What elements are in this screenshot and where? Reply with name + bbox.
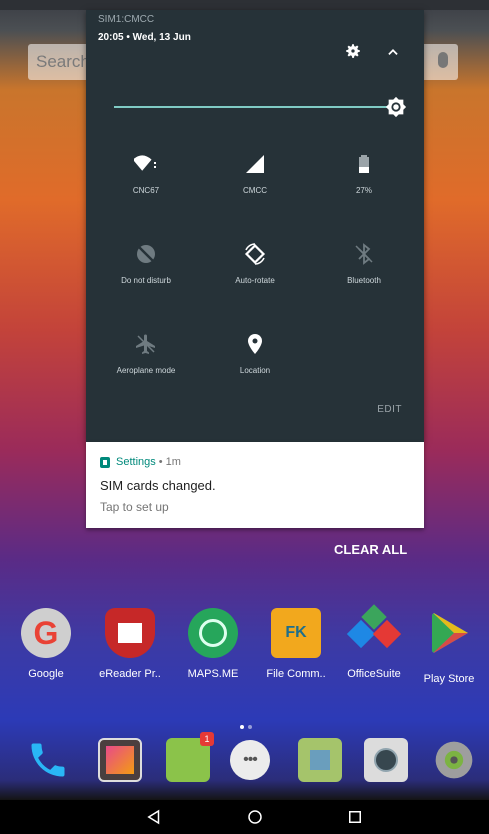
gallery-icon[interactable]	[98, 738, 142, 782]
brightness-slider[interactable]	[114, 106, 394, 108]
google-icon: G	[21, 608, 71, 658]
tile-aeroplane-mode[interactable]: Aeroplane mode	[96, 332, 196, 375]
notification-app-name: Settings	[116, 456, 156, 468]
page-dot	[248, 725, 252, 729]
wifi-icon	[134, 155, 156, 171]
message-badge: 1	[200, 732, 214, 746]
navigation-bar	[0, 800, 489, 834]
home-search-placeholder: Search	[36, 52, 90, 71]
do-not-disturb-icon	[137, 245, 155, 263]
settings-gear-icon[interactable]	[344, 42, 362, 60]
sim-label: SIM1:CMCC	[98, 14, 155, 25]
notification-title: SIM cards changed.	[100, 478, 216, 493]
tile-label: Aeroplane mode	[116, 366, 176, 375]
edit-button[interactable]: EDIT	[377, 404, 402, 415]
tile-label: Location	[239, 366, 271, 375]
brightness-icon[interactable]	[385, 96, 407, 118]
clear-all-button[interactable]: CLEAR ALL	[334, 542, 407, 557]
file-commander-icon: FK	[271, 608, 321, 658]
app-drawer-icon[interactable]: •••	[230, 740, 270, 780]
messaging-icon[interactable]: 1	[166, 732, 214, 782]
status-bar	[0, 0, 489, 10]
app-label: eReader Pr..	[99, 668, 161, 680]
officesuite-icon	[346, 604, 402, 658]
app-officesuite[interactable]: OfficeSuite	[334, 604, 414, 680]
tile-label: Bluetooth	[347, 276, 381, 285]
tile-label: Auto-rotate	[235, 276, 275, 285]
notification-card[interactable]: Settings • 1m SIM cards changed. Tap to …	[86, 442, 424, 528]
notification-subtitle: Tap to set up	[100, 500, 169, 514]
app-maps-me[interactable]: MAPS.ME	[173, 608, 253, 680]
tile-battery[interactable]: 27%	[314, 152, 414, 195]
ereader-icon	[105, 608, 155, 658]
cell-signal-icon	[246, 155, 264, 173]
app-label: MAPS.ME	[187, 668, 239, 680]
tile-label: Do not disturb	[121, 276, 171, 285]
settings-app-icon	[100, 456, 110, 468]
location-icon	[248, 334, 262, 354]
maps-icon[interactable]	[298, 738, 342, 782]
tile-auto-rotate[interactable]: Auto-rotate	[205, 242, 305, 285]
settings-icon[interactable]	[432, 738, 476, 782]
auto-rotate-icon	[244, 243, 266, 265]
tile-wifi[interactable]: CNC67	[96, 152, 196, 195]
mic-icon[interactable]	[438, 52, 448, 68]
maps-me-icon	[188, 608, 238, 658]
notification-header: Settings • 1m	[100, 456, 181, 468]
battery-icon	[359, 155, 369, 173]
tile-label: 27%	[355, 186, 372, 195]
page-indicator	[238, 716, 254, 734]
tile-do-not-disturb[interactable]: Do not disturb	[96, 242, 196, 285]
tile-label: CNC67	[132, 186, 160, 195]
tile-cellular[interactable]: CMCC	[205, 152, 305, 195]
back-icon[interactable]	[145, 808, 163, 826]
app-ereader[interactable]: eReader Pr..	[90, 608, 170, 680]
app-label: File Comm..	[266, 668, 326, 680]
phone-icon[interactable]	[26, 738, 70, 782]
app-label: Play Store	[423, 673, 475, 685]
tile-bluetooth[interactable]: Bluetooth	[314, 242, 414, 285]
quick-settings-panel: SIM1:CMCC 20:05 • Wed, 13 Jun CNC67 CMCC…	[86, 10, 424, 442]
tile-label: CMCC	[243, 186, 267, 195]
airplane-icon	[136, 334, 155, 354]
bluetooth-icon	[355, 243, 373, 265]
play-store-icon	[432, 612, 468, 654]
app-google[interactable]: G Google	[6, 608, 86, 680]
app-file-commander[interactable]: FK File Comm..	[256, 608, 336, 680]
date-time: 20:05 • Wed, 13 Jun	[98, 32, 191, 43]
app-label: Google	[28, 668, 64, 680]
home-icon[interactable]	[246, 808, 264, 826]
app-play-store[interactable]: Play Store	[409, 608, 489, 685]
notification-time: • 1m	[158, 456, 181, 468]
page-dot	[240, 725, 244, 729]
recents-icon[interactable]	[346, 808, 364, 826]
tile-location[interactable]: Location	[205, 332, 305, 375]
camera-icon[interactable]	[364, 738, 408, 782]
app-label: OfficeSuite	[347, 668, 401, 680]
collapse-chevron-icon[interactable]	[386, 45, 400, 59]
